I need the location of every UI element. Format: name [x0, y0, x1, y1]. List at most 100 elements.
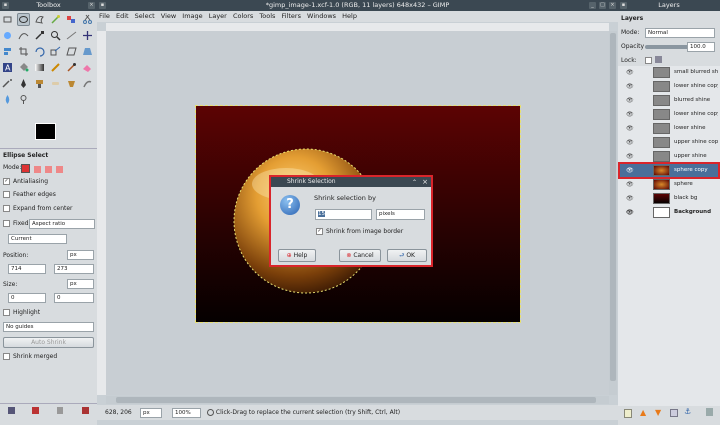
free-select-tool-icon[interactable]	[34, 14, 45, 25]
paths-tool-icon[interactable]	[18, 30, 29, 41]
lower-layer-icon[interactable]: ▼	[655, 408, 661, 417]
shrink-from-border-option[interactable]: ✓ Shrink from image border	[316, 228, 403, 235]
unit-select[interactable]: px	[140, 408, 162, 418]
fixed-checkbox[interactable]	[3, 220, 10, 227]
antialiasing-option[interactable]: ✓ Antialiasing	[3, 177, 48, 187]
save-options-icon[interactable]	[8, 407, 15, 414]
reset-options-icon[interactable]	[82, 407, 89, 414]
blend-tool-icon[interactable]	[34, 62, 45, 73]
color-picker-tool-icon[interactable]	[34, 30, 45, 41]
zoom-select[interactable]: 100%	[172, 408, 201, 418]
position-x-field[interactable]: 714	[8, 264, 46, 274]
auto-shrink-button[interactable]: Auto Shrink	[3, 337, 94, 348]
fuzzy-select-tool-icon[interactable]	[50, 14, 61, 25]
visibility-eye-icon[interactable]: 👁	[626, 164, 634, 177]
visibility-eye-icon[interactable]: 👁	[626, 108, 634, 121]
menu-colors[interactable]: Colors	[233, 12, 253, 20]
feather-option[interactable]: Feather edges	[3, 190, 56, 200]
menu-select[interactable]: Select	[135, 12, 155, 20]
text-tool-icon[interactable]: A	[2, 62, 13, 73]
eraser-tool-icon[interactable]	[82, 62, 93, 73]
antialiasing-checkbox[interactable]: ✓	[3, 178, 10, 185]
move-tool-icon[interactable]	[82, 30, 93, 41]
visibility-eye-icon[interactable]: 👁	[626, 136, 634, 149]
perspective-clone-tool-icon[interactable]	[66, 78, 77, 89]
align-tool-icon[interactable]	[2, 46, 13, 57]
close-icon[interactable]: ×	[88, 2, 95, 9]
heal-tool-icon[interactable]	[50, 78, 61, 89]
visibility-eye-icon[interactable]: 👁	[626, 122, 634, 135]
menu-windows[interactable]: Windows	[307, 12, 336, 20]
measure-tool-icon[interactable]	[66, 30, 77, 41]
current-field[interactable]: Current	[8, 234, 67, 244]
foreground-select-tool-icon[interactable]	[2, 30, 13, 41]
help-button[interactable]: ⊕ Help	[278, 249, 316, 262]
expand-checkbox[interactable]	[3, 205, 10, 212]
feather-checkbox[interactable]	[3, 191, 10, 198]
guides-select[interactable]: No guides	[3, 322, 94, 332]
maximize-icon[interactable]: □	[599, 2, 606, 9]
blur-tool-icon[interactable]	[2, 94, 13, 105]
duplicate-layer-icon[interactable]	[670, 409, 678, 417]
menu-image[interactable]: Image	[182, 12, 202, 20]
airbrush-tool-icon[interactable]	[2, 78, 13, 89]
dialog-minimize-icon[interactable]: ⌃	[412, 178, 417, 188]
shear-tool-icon[interactable]	[66, 46, 77, 57]
new-layer-icon[interactable]	[624, 409, 632, 418]
layer-row[interactable]: 👁 upper shine copy	[620, 136, 718, 149]
paintbrush-tool-icon[interactable]	[66, 62, 77, 73]
menu-layer[interactable]: Layer	[209, 12, 227, 20]
size-unit-select[interactable]: px	[67, 279, 94, 289]
position-unit-select[interactable]: px	[67, 250, 94, 260]
menu-edit[interactable]: Edit	[116, 12, 129, 20]
layer-row[interactable]: 👁 black bg	[620, 192, 718, 205]
highlight-option[interactable]: Highlight	[3, 308, 40, 318]
visibility-eye-icon[interactable]: 👁	[626, 178, 634, 191]
restore-options-icon[interactable]	[32, 407, 39, 414]
layer-mode-select[interactable]: Normal	[645, 28, 715, 38]
layer-row[interactable]: 👁 lower shine copy	[620, 80, 718, 93]
rect-select-tool-icon[interactable]	[2, 14, 13, 25]
cancel-button[interactable]: ⊗ Cancel	[339, 249, 381, 262]
shrink-merged-option[interactable]: Shrink merged	[3, 352, 57, 362]
vertical-ruler[interactable]	[97, 31, 106, 395]
layers-tab[interactable]: Layers	[621, 15, 643, 22]
rotate-tool-icon[interactable]	[34, 46, 45, 57]
foreground-color-swatch[interactable]	[35, 123, 56, 140]
lock-alpha-icon[interactable]	[655, 56, 662, 63]
select-by-color-tool-icon[interactable]	[66, 14, 77, 25]
layer-row[interactable]: 👁 small blurred shine	[620, 66, 718, 79]
lock-pixels-checkbox[interactable]	[645, 57, 652, 64]
visibility-eye-icon[interactable]: 👁	[626, 150, 634, 163]
layer-row[interactable]: 👁 upper shine	[620, 150, 718, 163]
menu-filters[interactable]: Filters	[281, 12, 300, 20]
shrink-unit-select[interactable]: pixels	[376, 209, 425, 220]
position-y-field[interactable]: 273	[54, 264, 94, 274]
minimize-icon[interactable]: _	[589, 2, 596, 9]
clone-tool-icon[interactable]	[34, 78, 45, 89]
shrink-from-border-checkbox[interactable]: ✓	[316, 228, 323, 235]
delete-layer-icon[interactable]	[706, 408, 713, 416]
pencil-tool-icon[interactable]	[50, 62, 61, 73]
zoom-tool-icon[interactable]	[50, 30, 61, 41]
layer-row[interactable]: 👁 lower shine copy	[620, 108, 718, 121]
layer-row-selected[interactable]: 👁 sphere copy	[618, 162, 720, 179]
visibility-eye-icon[interactable]: 👁	[626, 66, 634, 79]
ok-button[interactable]: ⮐ OK	[387, 249, 427, 262]
dodge-burn-tool-icon[interactable]	[18, 94, 29, 105]
layer-row[interactable]: 👁 sphere	[620, 178, 718, 191]
anchor-layer-icon[interactable]: ⚓	[684, 407, 691, 416]
size-h-field[interactable]: 0	[54, 293, 94, 303]
delete-options-icon[interactable]	[57, 407, 63, 414]
vertical-scrollbar[interactable]	[609, 31, 617, 395]
fixed-select[interactable]: Aspect ratio	[29, 219, 95, 229]
mode-replace-icon[interactable]	[21, 164, 30, 173]
scissors-tool-icon[interactable]	[82, 14, 93, 25]
horizontal-ruler[interactable]	[106, 23, 609, 31]
visibility-eye-icon[interactable]: 👁	[626, 206, 634, 219]
close-icon[interactable]: ×	[609, 2, 616, 9]
horizontal-scrollbar[interactable]	[106, 396, 609, 404]
scale-tool-icon[interactable]	[50, 46, 61, 57]
size-w-field[interactable]: 0	[8, 293, 46, 303]
dialog-close-icon[interactable]: ×	[422, 177, 428, 187]
